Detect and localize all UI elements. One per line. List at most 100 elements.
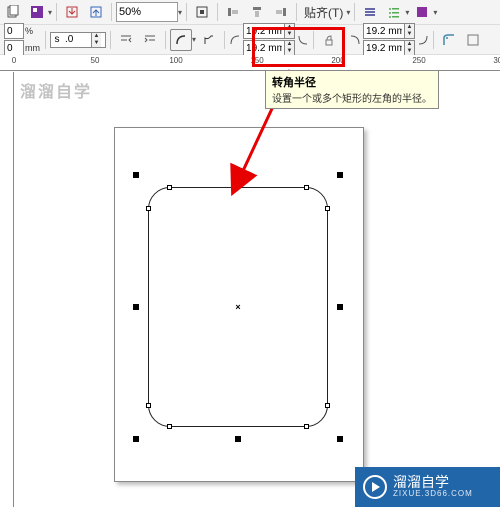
tooltip: 转角半径 设置一个或多个矩形的左角的半径。 [265, 70, 439, 109]
corner-radius-br-field[interactable]: ▲▼ [363, 40, 415, 56]
separator [56, 3, 57, 21]
zoom-select[interactable] [116, 2, 178, 22]
watermark-text: 溜溜自学 [20, 78, 92, 102]
corner-round-button[interactable] [170, 29, 192, 51]
corner-icon-br [417, 34, 429, 46]
separator [296, 3, 297, 21]
separator [165, 31, 166, 49]
corner-radius-tl-field[interactable]: ▲▼ [243, 23, 295, 39]
align-right-button[interactable] [270, 1, 292, 23]
toolbar-row-1: ▾ ▾ 贴齐(T) ▾ ▾ ▾ [0, 0, 500, 25]
corner-radius-tl-input[interactable] [244, 24, 284, 38]
ruler-tick-label: 100 [169, 56, 182, 65]
spinner-buttons[interactable]: ▲▼ [284, 24, 294, 38]
corner-node[interactable] [325, 403, 330, 408]
tooltip-title: 转角半径 [272, 74, 432, 90]
coord-group: % mm [2, 23, 41, 56]
separator [313, 31, 314, 49]
vertical-ruler [0, 72, 14, 507]
selection-handle-se[interactable] [337, 436, 343, 442]
ruler-tick-label: 200 [331, 56, 344, 65]
ruler-tick-label: 50 [91, 56, 100, 65]
ruler-tick-label: 300 [493, 56, 500, 65]
outline-width-field[interactable]: s ▲▼ [50, 32, 106, 48]
selection-center-icon: × [235, 302, 240, 312]
separator [110, 31, 111, 49]
corner-radius-right-group: ▲▼ ▲▼ [363, 23, 415, 56]
export-button[interactable] [85, 1, 107, 23]
corner-radius-tr-field[interactable]: ▲▼ [363, 23, 415, 39]
watermark-sub: ZIXUE.3D66.COM [393, 490, 473, 499]
rounded-rectangle-shape[interactable]: × [148, 187, 328, 427]
corner-radius-left-group: ▲▼ ▲▼ [243, 23, 295, 56]
spinner-buttons[interactable]: ▲▼ [284, 41, 294, 55]
separator [186, 3, 187, 21]
lock-corners-button[interactable] [318, 29, 340, 51]
options-button[interactable] [359, 1, 381, 23]
x-field[interactable] [4, 23, 24, 39]
watermark-main: 溜溜自学 [393, 475, 473, 490]
fullscreen-button[interactable] [191, 1, 213, 23]
y-field[interactable] [4, 40, 24, 56]
tooltip-description: 设置一个或多个矩形的左角的半径。 [272, 90, 432, 105]
horizontal-ruler: 0 50 100 150 200 250 300 [0, 55, 500, 71]
spinner-buttons[interactable]: ▲▼ [404, 41, 414, 55]
outline-width-input[interactable] [63, 33, 91, 47]
corner-radius-bl-input[interactable] [244, 41, 284, 55]
corner-radius-bl-field[interactable]: ▲▼ [243, 40, 295, 56]
corner-node[interactable] [304, 185, 309, 190]
color-button[interactable] [411, 1, 433, 23]
selection-handle-ne[interactable] [337, 172, 343, 178]
selection-handle-w[interactable] [133, 304, 139, 310]
relative-corner-button[interactable] [438, 29, 460, 51]
corner-radius-tr-input[interactable] [364, 24, 404, 38]
ruler-tick-label: 250 [412, 56, 425, 65]
selection-handle-nw[interactable] [133, 172, 139, 178]
separator [45, 31, 46, 49]
snap-dropdown-icon[interactable]: ▾ [346, 8, 350, 17]
copy-button[interactable] [2, 1, 24, 23]
corner-icon-tr [349, 34, 361, 46]
corner-radius-br-input[interactable] [364, 41, 404, 55]
corner-node[interactable] [304, 424, 309, 429]
spinner-buttons[interactable]: ▲▼ [404, 24, 414, 38]
separator [344, 31, 345, 49]
dropdown-arrow-icon: ▾ [48, 8, 52, 17]
separator [111, 3, 112, 21]
spinner-buttons[interactable]: ▲▼ [91, 33, 101, 47]
play-icon [363, 475, 387, 499]
watermark-badge: 溜溜自学 ZIXUE.3D66.COM [355, 467, 500, 507]
unit-label: % [24, 26, 34, 36]
dropdown-arrow-icon: ▾ [433, 8, 437, 17]
toolbar-row-2: % mm s ▲▼ ▾ ▲▼ ▲▼ [0, 25, 500, 55]
snap-menu-label[interactable]: 贴齐(T) [301, 4, 346, 21]
align-left-button[interactable] [222, 1, 244, 23]
selection-handle-n[interactable] [235, 172, 241, 178]
list-button[interactable] [383, 1, 405, 23]
separator [224, 31, 225, 49]
unit-label: mm [24, 43, 41, 53]
selection-handle-e[interactable] [337, 304, 343, 310]
separator [433, 31, 434, 49]
separator [217, 3, 218, 21]
corner-node[interactable] [167, 185, 172, 190]
corner-icon-tl [229, 34, 241, 46]
more-button[interactable] [462, 29, 484, 51]
corner-node[interactable] [167, 424, 172, 429]
ruler-tick-label: 0 [12, 56, 16, 65]
selection-handle-sw[interactable] [133, 436, 139, 442]
corner-node[interactable] [146, 206, 151, 211]
wrap-right-button[interactable] [139, 29, 161, 51]
app-menu-button[interactable] [26, 1, 48, 23]
align-top-button[interactable] [246, 1, 268, 23]
wrap-left-button[interactable] [115, 29, 137, 51]
dropdown-arrow-icon[interactable]: ▾ [192, 35, 196, 44]
canvas-area[interactable]: 溜溜自学 × [14, 72, 500, 507]
corner-node[interactable] [325, 206, 330, 211]
zoom-dropdown-icon[interactable]: ▾ [178, 8, 182, 17]
corner-icon-bl [297, 34, 309, 46]
corner-node[interactable] [146, 403, 151, 408]
import-button[interactable] [61, 1, 83, 23]
selection-handle-s[interactable] [235, 436, 241, 442]
corner-scallop-button[interactable] [198, 29, 220, 51]
